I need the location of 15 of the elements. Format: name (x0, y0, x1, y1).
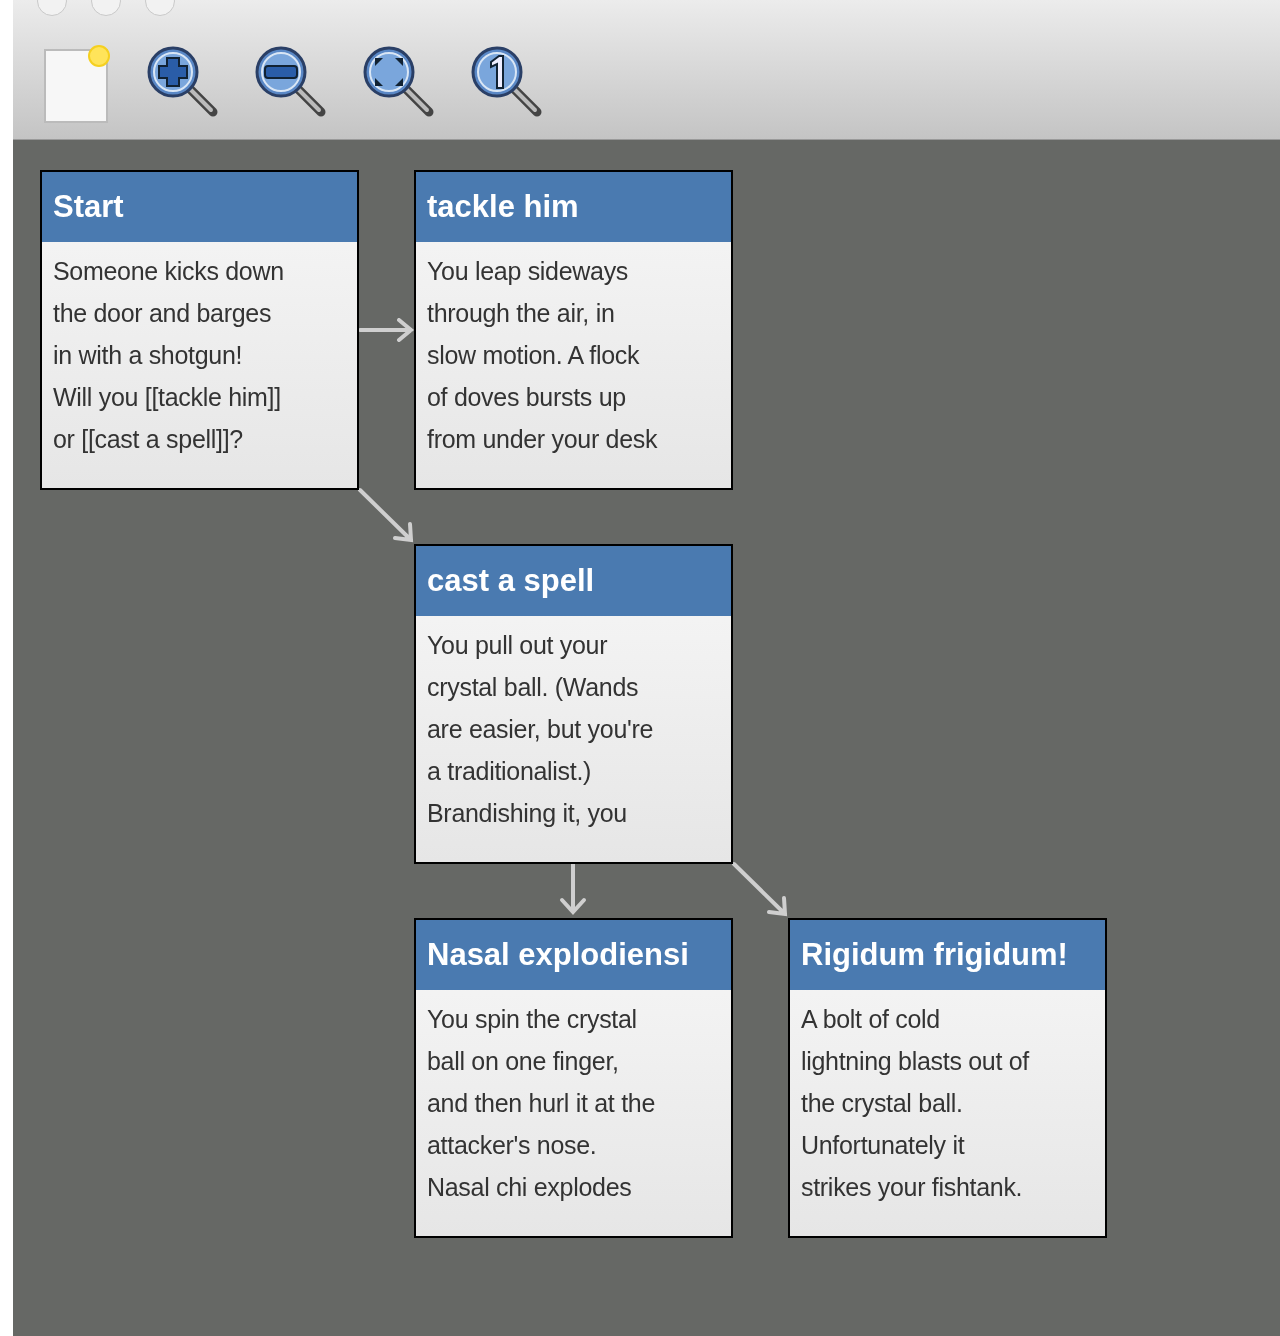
passage-card[interactable]: tackle him You leap sideways through the air, in slow motion. A flock of doves bursts up from under your desk (414, 170, 733, 490)
passage-card[interactable]: Rigidum frigidum! A bolt of cold lightning blasts out of the crystal ball. Unfortunately it strikes your fishtank. (788, 918, 1107, 1238)
passage-title: Start (42, 172, 357, 242)
passage-excerpt: You leap sideways through the air, in slow motion. A flock of doves bursts up from under your desk (426, 256, 659, 455)
passage-excerpt: You spin the crystal ball on one finger, and then hurl it at the attacker's nose. Nasal chi explodes (426, 1004, 656, 1203)
passage-card[interactable]: Nasal explodiensi You spin the crystal ball on one finger, and then hurl it at the attacker's nose. Nasal chi explodes (414, 918, 733, 1238)
passage-title: Rigidum frigidum! (790, 920, 1105, 990)
passage-excerpt: A bolt of cold lightning blasts out of the crystal ball. Unfortunately it strikes your fishtank. (800, 1004, 1031, 1203)
passage-card[interactable]: Start Someone kicks down the door and barges in with a shotgun! Will you [[tackle him]] or [[cast a spell]]? (40, 170, 359, 490)
passage-title: cast a spell (416, 546, 731, 616)
passage-title: Nasal explodiensi (416, 920, 731, 990)
passage-card[interactable]: cast a spell You pull out your crystal ball. (Wands are easier, but you're a traditionalist.) Brandishing it, you (414, 544, 733, 864)
passage-excerpt: Someone kicks down the door and barges in with a shotgun! Will you [[tackle him]] or [[cast a spell]]? (52, 256, 285, 455)
passage-title: tackle him (416, 172, 731, 242)
passage-excerpt: You pull out your crystal ball. (Wands are easier, but you're a traditionalist.) Brandishing it, you (426, 630, 655, 829)
